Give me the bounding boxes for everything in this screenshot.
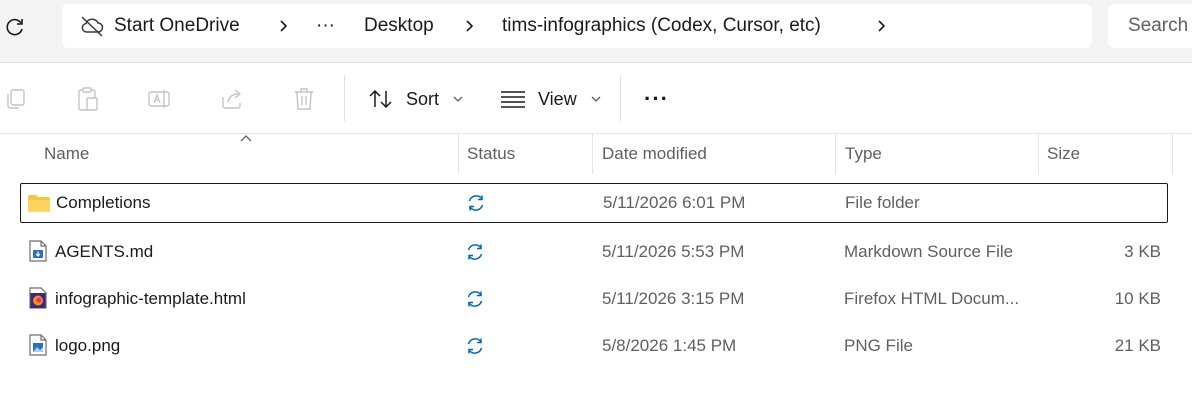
file-size: 21 KB [1114, 336, 1161, 355]
refresh-icon [6, 18, 23, 36]
trash-icon [295, 88, 313, 110]
onedrive-cloud-off-icon [78, 14, 106, 38]
rename-icon [148, 90, 170, 108]
column-header-size[interactable]: Size [1047, 134, 1080, 174]
paste-button[interactable] [74, 85, 102, 113]
more-options-icon: ··· [644, 86, 669, 111]
file-name: AGENTS.md [55, 242, 154, 261]
toolbar-divider [344, 75, 345, 121]
column-divider[interactable] [592, 134, 593, 174]
folder-icon [27, 193, 51, 213]
search-input[interactable]: Search [1108, 4, 1192, 48]
list-view-icon [501, 91, 525, 108]
table-row[interactable]: logo.png 5/8/2026 1:45 PM PNG File 21 KB [20, 327, 1166, 365]
png-file-icon [29, 334, 47, 356]
file-name: Completions [56, 193, 151, 212]
column-header-date-modified[interactable]: Date modified [602, 134, 707, 174]
chevron-right-icon[interactable] [274, 16, 294, 36]
firefox-html-icon [29, 287, 47, 309]
sync-status-icon [465, 289, 485, 309]
file-size: 10 KB [1114, 289, 1161, 308]
breadcrumb-current-folder[interactable]: tims-infographics (Codex, Cursor, etc) [502, 4, 821, 48]
file-date-modified: 5/11/2026 6:01 PM [603, 193, 746, 212]
column-header-name[interactable]: Name [44, 134, 89, 174]
refresh-button[interactable] [0, 12, 30, 42]
sort-label: Sort [406, 88, 440, 109]
markdown-file-icon [29, 240, 47, 262]
file-name: infographic-template.html [55, 289, 246, 308]
file-type: Markdown Source File [844, 242, 1014, 261]
file-type: PNG File [844, 336, 913, 355]
column-header-status[interactable]: Status [467, 134, 515, 174]
chevron-right-icon[interactable] [872, 16, 892, 36]
file-date-modified: 5/11/2026 5:53 PM [602, 242, 745, 261]
address-bar[interactable]: Start OneDrive ··· Desktop tims-infograp… [62, 4, 1092, 48]
table-row[interactable]: infographic-template.html 5/11/2026 3:15… [20, 280, 1166, 318]
chevron-down-icon [591, 96, 601, 102]
view-label: View [538, 88, 577, 109]
table-row[interactable]: Completions 5/11/2026 6:01 PM File folde… [20, 183, 1168, 223]
sort-button[interactable]: Sort [368, 83, 463, 115]
sync-status-icon [465, 242, 485, 262]
chevron-right-icon[interactable] [460, 16, 480, 36]
share-icon [222, 89, 242, 109]
address-toolbar: Start OneDrive ··· Desktop tims-infograp… [0, 0, 1192, 63]
sort-arrows-icon [369, 89, 392, 109]
paste-icon [78, 87, 98, 111]
copy-button[interactable] [2, 85, 30, 113]
command-bar: Sort View ··· [0, 63, 1192, 134]
file-date-modified: 5/11/2026 3:15 PM [602, 289, 745, 308]
search-placeholder: Search [1128, 15, 1189, 36]
copy-icon [7, 89, 25, 109]
file-type: File folder [845, 193, 920, 212]
file-size: 3 KB [1124, 242, 1161, 261]
file-date-modified: 5/8/2026 1:45 PM [602, 336, 737, 355]
share-button[interactable] [218, 85, 246, 113]
delete-button[interactable] [290, 85, 318, 113]
more-options-button[interactable]: ··· [644, 83, 669, 115]
column-divider[interactable] [835, 134, 836, 174]
column-divider[interactable] [1038, 134, 1039, 174]
file-type: Firefox HTML Docum... [844, 289, 1020, 308]
breadcrumb-start-onedrive[interactable]: Start OneDrive [114, 4, 240, 48]
file-name: logo.png [55, 336, 121, 355]
sort-ascending-caret-icon [240, 135, 252, 142]
column-header-type[interactable]: Type [845, 134, 882, 174]
toolbar-divider [620, 75, 621, 121]
breadcrumb-desktop[interactable]: Desktop [364, 4, 434, 48]
sync-status-icon [466, 193, 486, 213]
table-row[interactable]: AGENTS.md 5/11/2026 5:53 PM Markdown Sou… [20, 233, 1166, 271]
sync-status-icon [465, 336, 485, 356]
breadcrumb-overflow[interactable]: ··· [316, 4, 335, 48]
column-divider[interactable] [458, 134, 459, 174]
chevron-down-icon [453, 96, 463, 102]
view-button[interactable]: View [500, 83, 601, 115]
file-size [1047, 184, 1162, 222]
rename-button[interactable] [146, 85, 174, 113]
column-headers: Name Status Date modified Type Size [0, 134, 1192, 174]
column-divider[interactable] [1172, 134, 1173, 174]
